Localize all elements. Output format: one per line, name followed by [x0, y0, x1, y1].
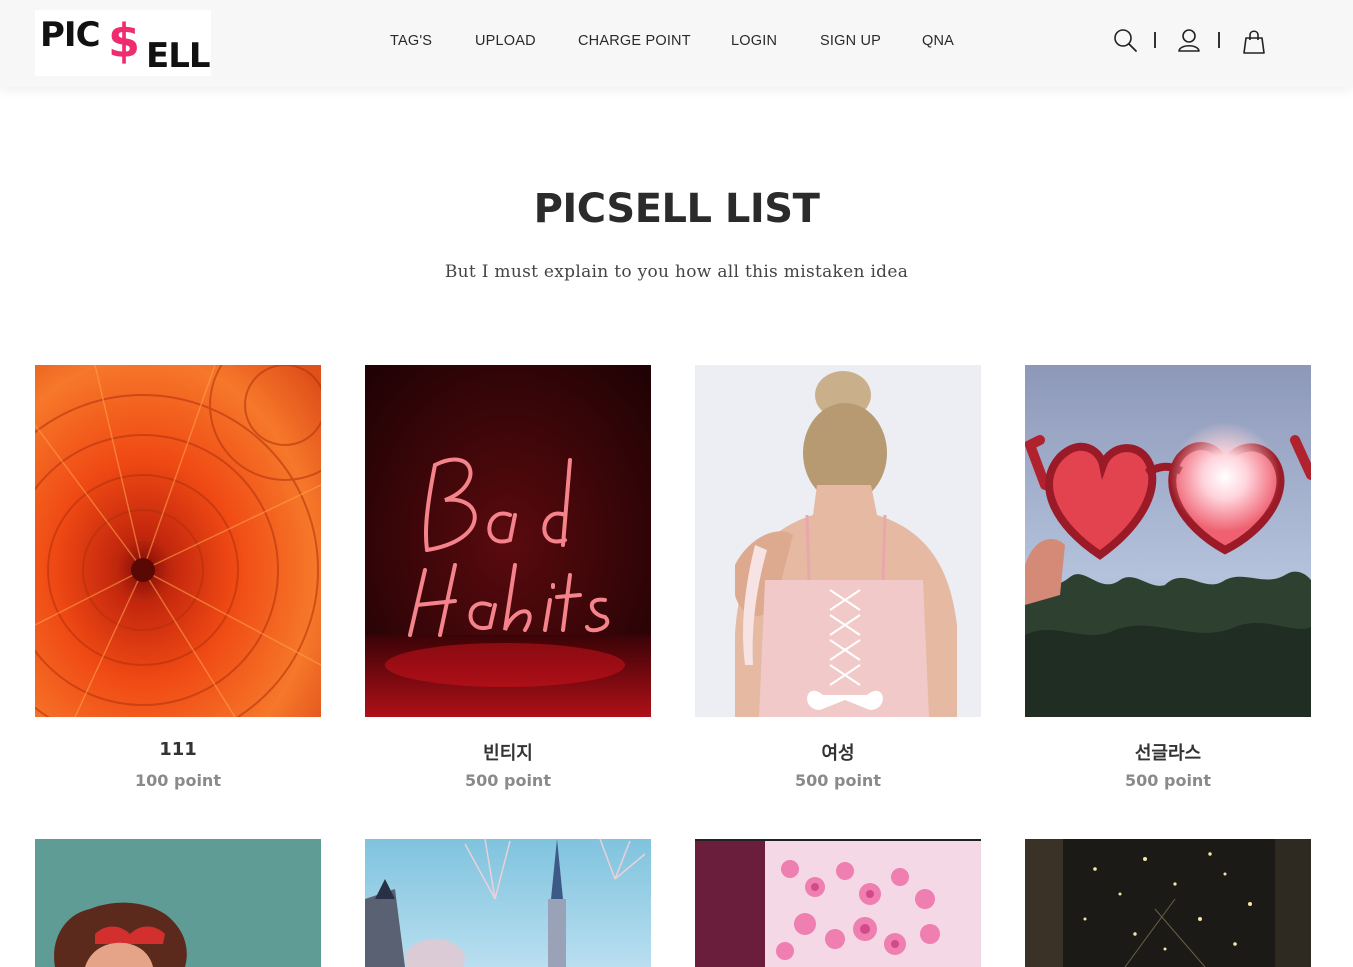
product-image-castle-fireworks[interactable] — [365, 839, 651, 967]
nav-upload[interactable]: UPLOAD — [475, 33, 536, 49]
product-image-pink-roses[interactable] — [695, 839, 981, 967]
shopping-bag-icon[interactable] — [1242, 26, 1268, 56]
product-name[interactable]: 111 — [35, 739, 321, 760]
page-subtitle: But I must explain to you how all this m… — [444, 262, 909, 282]
product-image-night-lights[interactable] — [1025, 839, 1311, 967]
nav-sign-up[interactable]: SIGN UP — [820, 33, 881, 49]
product-image-woman-corset[interactable] — [695, 365, 981, 717]
nav-qna[interactable]: QNA — [922, 33, 954, 49]
site-header: PIC $ ELL TAG'S UPLOAD CHARGE POINT LOGI… — [0, 0, 1353, 87]
product-price: 500 point — [465, 771, 551, 790]
page-title: PICSELL LIST — [533, 186, 820, 232]
product-image-flower[interactable] — [35, 365, 321, 717]
product-image-heart-sunglasses[interactable] — [1025, 365, 1311, 717]
product-price: 500 point — [1125, 771, 1211, 790]
nav-login[interactable]: LOGIN — [731, 33, 777, 49]
product-image-neon-sign[interactable] — [365, 365, 651, 717]
product-name[interactable]: 여성 — [695, 739, 981, 765]
product-price: 500 point — [795, 771, 881, 790]
product-name[interactable]: 선글라스 — [1025, 739, 1311, 765]
header-separator — [1154, 32, 1156, 48]
search-icon[interactable] — [1113, 26, 1139, 56]
product-image-woman-red-sunglasses[interactable] — [35, 839, 321, 967]
user-icon[interactable] — [1177, 26, 1203, 56]
product-price: 100 point — [135, 771, 221, 790]
product-name[interactable]: 빈티지 — [365, 739, 651, 765]
nav-charge-point[interactable]: CHARGE POINT — [578, 33, 691, 49]
header-icon-bar — [1113, 26, 1353, 60]
nav-tags[interactable]: TAG'S — [390, 33, 432, 49]
header-separator — [1218, 32, 1220, 48]
